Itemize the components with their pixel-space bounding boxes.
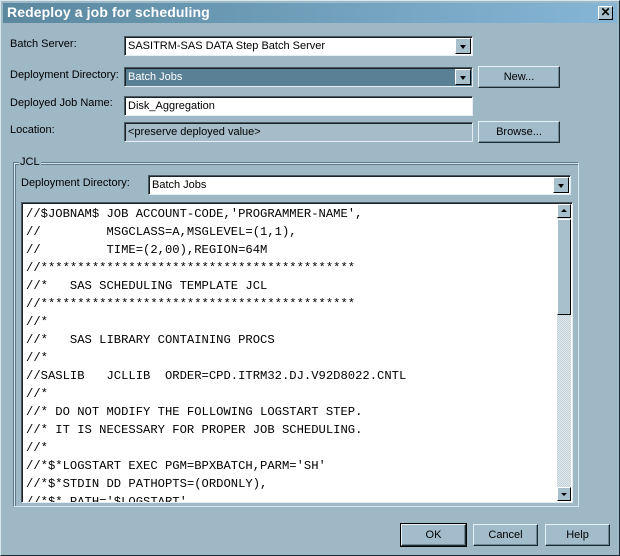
jcl-line: //SASLIB JCLLIB ORDER=CPD.ITRM32.DJ.V92D… [26, 369, 407, 383]
redeploy-job-dialog: Redeploy a job for scheduling ✕ Batch Se… [0, 0, 620, 556]
cancel-button[interactable]: Cancel [473, 524, 538, 546]
deployment-directory-value: Batch Jobs [128, 71, 183, 83]
ok-button[interactable]: OK [400, 523, 467, 547]
title-bar[interactable]: Redeploy a job for scheduling ✕ [3, 3, 617, 23]
jcl-line: //* DO NOT MODIFY THE FOLLOWING LOGSTART… [26, 405, 363, 419]
jcl-code[interactable]: //$JOBNAM$ JOB ACCOUNT-CODE,'PROGRAMMER-… [26, 205, 554, 503]
jcl-deployment-directory-label: Deployment Directory: [21, 177, 130, 189]
deployed-job-name-value: Disk_Aggregation [128, 100, 215, 112]
chevron-down-icon[interactable] [455, 69, 471, 85]
jcl-deployment-directory-select[interactable]: Batch Jobs [148, 175, 571, 195]
jcl-line: //* SAS SCHEDULING TEMPLATE JCL [26, 279, 268, 293]
scrollbar-thumb[interactable] [557, 219, 571, 315]
jcl-line: //* [26, 387, 48, 401]
jcl-line: // MSGCLASS=A,MSGLEVEL=(1,1), [26, 225, 297, 239]
jcl-deployment-directory-value: Batch Jobs [152, 179, 207, 191]
jcl-line: //*$*LOGSTART EXEC PGM=BPXBATCH,PARM='SH… [26, 459, 326, 473]
jcl-line: //$JOBNAM$ JOB ACCOUNT-CODE,'PROGRAMMER-… [26, 207, 363, 221]
deployment-directory-label: Deployment Directory: [10, 69, 119, 81]
dialog-title: Redeploy a job for scheduling [7, 4, 210, 20]
deployed-job-name-input[interactable]: Disk_Aggregation [124, 96, 473, 116]
browse-button[interactable]: Browse... [478, 121, 560, 143]
chevron-down-icon[interactable] [455, 38, 471, 54]
scroll-up-arrow-icon[interactable] [557, 204, 571, 218]
chevron-down-icon[interactable] [553, 177, 569, 193]
jcl-line: //* [26, 441, 48, 455]
scroll-down-arrow-icon[interactable] [557, 487, 571, 501]
jcl-line: //*$*STDIN DD PATHOPTS=(ORDONLY), [26, 477, 268, 491]
jcl-editor[interactable]: //$JOBNAM$ JOB ACCOUNT-CODE,'PROGRAMMER-… [21, 202, 573, 503]
jcl-line: // TIME=(2,00),REGION=64M [26, 243, 268, 257]
batch-server-select[interactable]: SASITRM-SAS DATA Step Batch Server [124, 36, 473, 56]
location-field: <preserve deployed value> [124, 122, 473, 142]
jcl-line: //* [26, 315, 48, 329]
new-directory-button[interactable]: New... [478, 66, 560, 88]
location-label: Location: [10, 124, 55, 136]
vertical-scrollbar[interactable] [557, 204, 571, 501]
deployment-directory-select[interactable]: Batch Jobs [124, 67, 473, 87]
close-icon: ✕ [600, 5, 611, 19]
jcl-line: //*$* PATH='$LOGSTART' [26, 495, 187, 503]
jcl-group-title: JCL [19, 156, 41, 168]
batch-server-label: Batch Server: [10, 38, 77, 50]
jcl-line: //**************************************… [26, 297, 356, 311]
deployed-job-name-label: Deployed Job Name: [10, 97, 113, 109]
help-button[interactable]: Help [545, 524, 610, 546]
close-button[interactable]: ✕ [598, 6, 613, 20]
batch-server-value: SASITRM-SAS DATA Step Batch Server [128, 40, 326, 52]
location-value: <preserve deployed value> [128, 126, 261, 138]
jcl-line: //**************************************… [26, 261, 356, 275]
jcl-line: //* SAS LIBRARY CONTAINING PROCS [26, 333, 275, 347]
jcl-line: //* [26, 351, 48, 365]
jcl-line: //* IT IS NECESSARY FOR PROPER JOB SCHED… [26, 423, 363, 437]
